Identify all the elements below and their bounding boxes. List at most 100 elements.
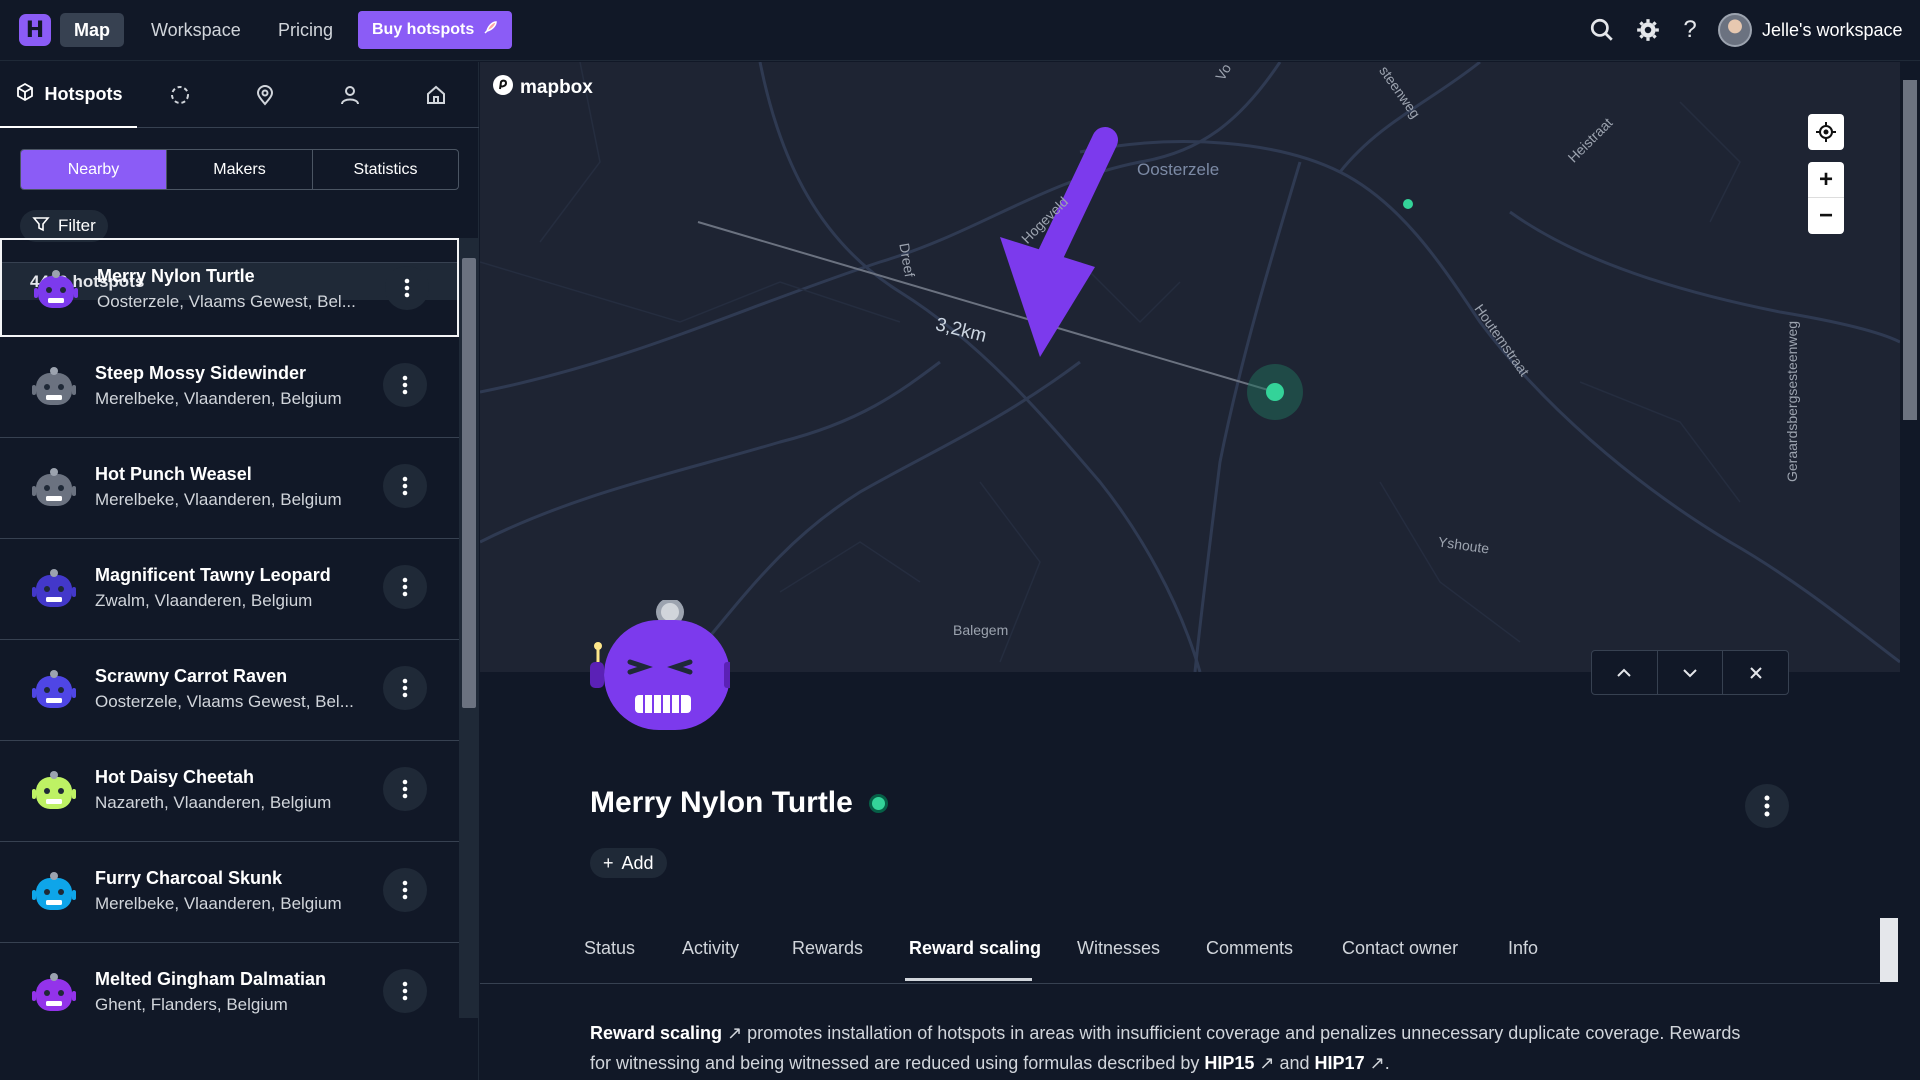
home-icon[interactable] xyxy=(392,62,479,128)
list-item-location: Merelbeke, Vlaanderen, Belgium xyxy=(95,490,342,509)
region-icon[interactable] xyxy=(137,62,222,128)
list-item-menu-button[interactable] xyxy=(385,266,429,310)
filter-icon xyxy=(32,215,50,238)
tab-witnesses[interactable]: Witnesses xyxy=(1077,938,1160,959)
rocket-icon xyxy=(482,20,498,41)
list-item[interactable]: Magnificent Tawny Leopard Zwalm, Vlaander… xyxy=(0,539,459,640)
list-scrollbar-thumb[interactable] xyxy=(462,258,476,708)
list-item-menu-button[interactable] xyxy=(383,363,427,407)
kebab-icon xyxy=(404,278,410,298)
locate-control xyxy=(1808,114,1844,150)
hotspot-list: Merry Nylon Turtle Oosterzele, Vlaams Gew… xyxy=(0,238,459,1018)
hotspot-avatar-icon xyxy=(32,367,76,405)
buy-hotspots-button[interactable]: Buy hotspots xyxy=(358,11,513,49)
list-item[interactable]: Steep Mossy Sidewinder Merelbeke, Vlaande… xyxy=(0,337,459,438)
hotspot-avatar-icon xyxy=(32,973,76,1011)
list-item-location: Zwalm, Vlaanderen, Belgium xyxy=(95,591,313,610)
hip17-link[interactable]: HIP17 xyxy=(1315,1053,1365,1073)
reward-scaling-description: Reward scaling ↗ promotes installation o… xyxy=(590,1023,1741,1073)
tabs-scrollbar[interactable] xyxy=(1880,918,1898,982)
kebab-icon xyxy=(402,678,408,698)
list-item-location: Oosterzele, Vlaams Gewest, Bel... xyxy=(95,692,354,711)
tab-status[interactable]: Status xyxy=(584,938,635,959)
list-item-menu-button[interactable] xyxy=(383,464,427,508)
detail-more-button[interactable] xyxy=(1745,784,1789,828)
top-navigation: H Map Workspace Pricing Buy hotspots ? J… xyxy=(0,0,1920,61)
external-link-icon: ↗ xyxy=(1369,1053,1385,1073)
search-icon[interactable] xyxy=(1586,14,1618,46)
list-item-menu-button[interactable] xyxy=(383,969,427,1013)
sidebar-tabs: Hotspots xyxy=(0,62,479,128)
list-item[interactable]: Furry Charcoal Skunk Merelbeke, Vlaandere… xyxy=(0,842,459,943)
online-status-indicator xyxy=(868,793,888,813)
tab-reward-scaling[interactable]: Reward scaling xyxy=(909,938,1041,959)
list-item-menu-button[interactable] xyxy=(383,767,427,811)
list-item-name: Melted Gingham Dalmatian xyxy=(95,969,327,989)
locate-icon[interactable] xyxy=(1808,114,1844,150)
reward-scaling-link[interactable]: Reward scaling xyxy=(590,1023,722,1043)
kebab-icon xyxy=(1764,795,1770,817)
list-item-menu-button[interactable] xyxy=(383,868,427,912)
list-item-location: Merelbeke, Vlaanderen, Belgium xyxy=(95,894,342,913)
page-scrollbar-thumb[interactable] xyxy=(1903,80,1917,420)
add-button[interactable]: + Add xyxy=(590,848,667,878)
nav-map[interactable]: Map xyxy=(60,13,124,47)
gear-icon[interactable] xyxy=(1632,14,1664,46)
help-icon[interactable]: ? xyxy=(1674,14,1706,46)
tab-contact-owner[interactable]: Contact owner xyxy=(1342,938,1458,959)
kebab-icon xyxy=(402,981,408,1001)
list-item-name: Merry Nylon Turtle xyxy=(97,266,255,286)
hotspot-avatar xyxy=(590,600,730,730)
tab-activity[interactable]: Activity xyxy=(682,938,739,959)
place-oosterzele: Oosterzele xyxy=(1137,160,1220,179)
nav-pricing[interactable]: Pricing xyxy=(264,13,347,47)
list-item-location: Ghent, Flanders, Belgium xyxy=(95,995,288,1014)
list-item-name: Hot Daisy Cheetah xyxy=(95,767,255,787)
tab-rewards[interactable]: Rewards xyxy=(792,938,863,959)
map-canvas[interactable]: mapbox 3,2km Oosterzele Balegem Yshoute … xyxy=(480,62,1900,672)
view-segmented-control: Nearby Makers Statistics xyxy=(20,149,459,190)
hotspot-avatar-icon xyxy=(32,670,76,708)
zoom-out-icon[interactable]: − xyxy=(1808,198,1844,234)
cube-icon xyxy=(15,82,35,107)
mapbox-logo-icon xyxy=(492,74,514,102)
location-pin-icon[interactable] xyxy=(222,62,307,128)
kebab-icon xyxy=(402,476,408,496)
segment-statistics[interactable]: Statistics xyxy=(313,150,458,189)
chevron-down-icon[interactable] xyxy=(1658,651,1724,694)
kebab-icon xyxy=(402,375,408,395)
hotspot-avatar-icon xyxy=(32,872,76,910)
external-link-icon: ↗ xyxy=(727,1023,743,1043)
kebab-icon xyxy=(402,779,408,799)
nav-workspace[interactable]: Workspace xyxy=(137,13,255,47)
app-logo[interactable]: H xyxy=(19,14,51,46)
list-item[interactable]: Merry Nylon Turtle Oosterzele, Vlaams Gew… xyxy=(0,238,459,337)
kebab-icon xyxy=(402,880,408,900)
user-icon[interactable] xyxy=(307,62,392,128)
list-item-name: Steep Mossy Sidewinder xyxy=(95,363,307,383)
kebab-icon xyxy=(402,577,408,597)
chevron-up-icon[interactable] xyxy=(1592,651,1658,694)
tab-hotspots[interactable]: Hotspots xyxy=(0,62,137,128)
segment-makers[interactable]: Makers xyxy=(167,150,313,189)
tab-info[interactable]: Info xyxy=(1508,938,1538,959)
close-icon[interactable] xyxy=(1723,651,1788,694)
tab-comments[interactable]: Comments xyxy=(1206,938,1293,959)
workspace-label: Jelle's workspace xyxy=(1762,19,1903,40)
list-item-menu-button[interactable] xyxy=(383,666,427,710)
segment-nearby[interactable]: Nearby xyxy=(21,150,167,189)
workspace-menu[interactable]: Jelle's workspace xyxy=(1718,12,1903,48)
list-item-name: Magnificent Tawny Leopard xyxy=(95,565,331,585)
list-item[interactable]: Hot Daisy Cheetah Nazareth, Vlaanderen, B… xyxy=(0,741,459,842)
list-item[interactable]: Hot Punch Weasel Merelbeke, Vlaanderen, B… xyxy=(0,438,459,539)
list-item-name: Furry Charcoal Skunk xyxy=(95,868,283,888)
mapbox-attribution[interactable]: mapbox xyxy=(492,74,593,102)
list-item[interactable]: Scrawny Carrot Raven Oosterzele, Vlaams G… xyxy=(0,640,459,741)
hotspot-avatar-icon xyxy=(32,569,76,607)
list-item-menu-button[interactable] xyxy=(383,565,427,609)
list-item-location: Merelbeke, Vlaanderen, Belgium xyxy=(95,389,342,408)
detail-navigation xyxy=(1591,650,1789,695)
list-item[interactable]: Melted Gingham Dalmatian Ghent, Flanders,… xyxy=(0,943,459,1018)
zoom-in-icon[interactable]: + xyxy=(1808,162,1844,198)
hip15-link[interactable]: HIP15 xyxy=(1204,1053,1254,1073)
